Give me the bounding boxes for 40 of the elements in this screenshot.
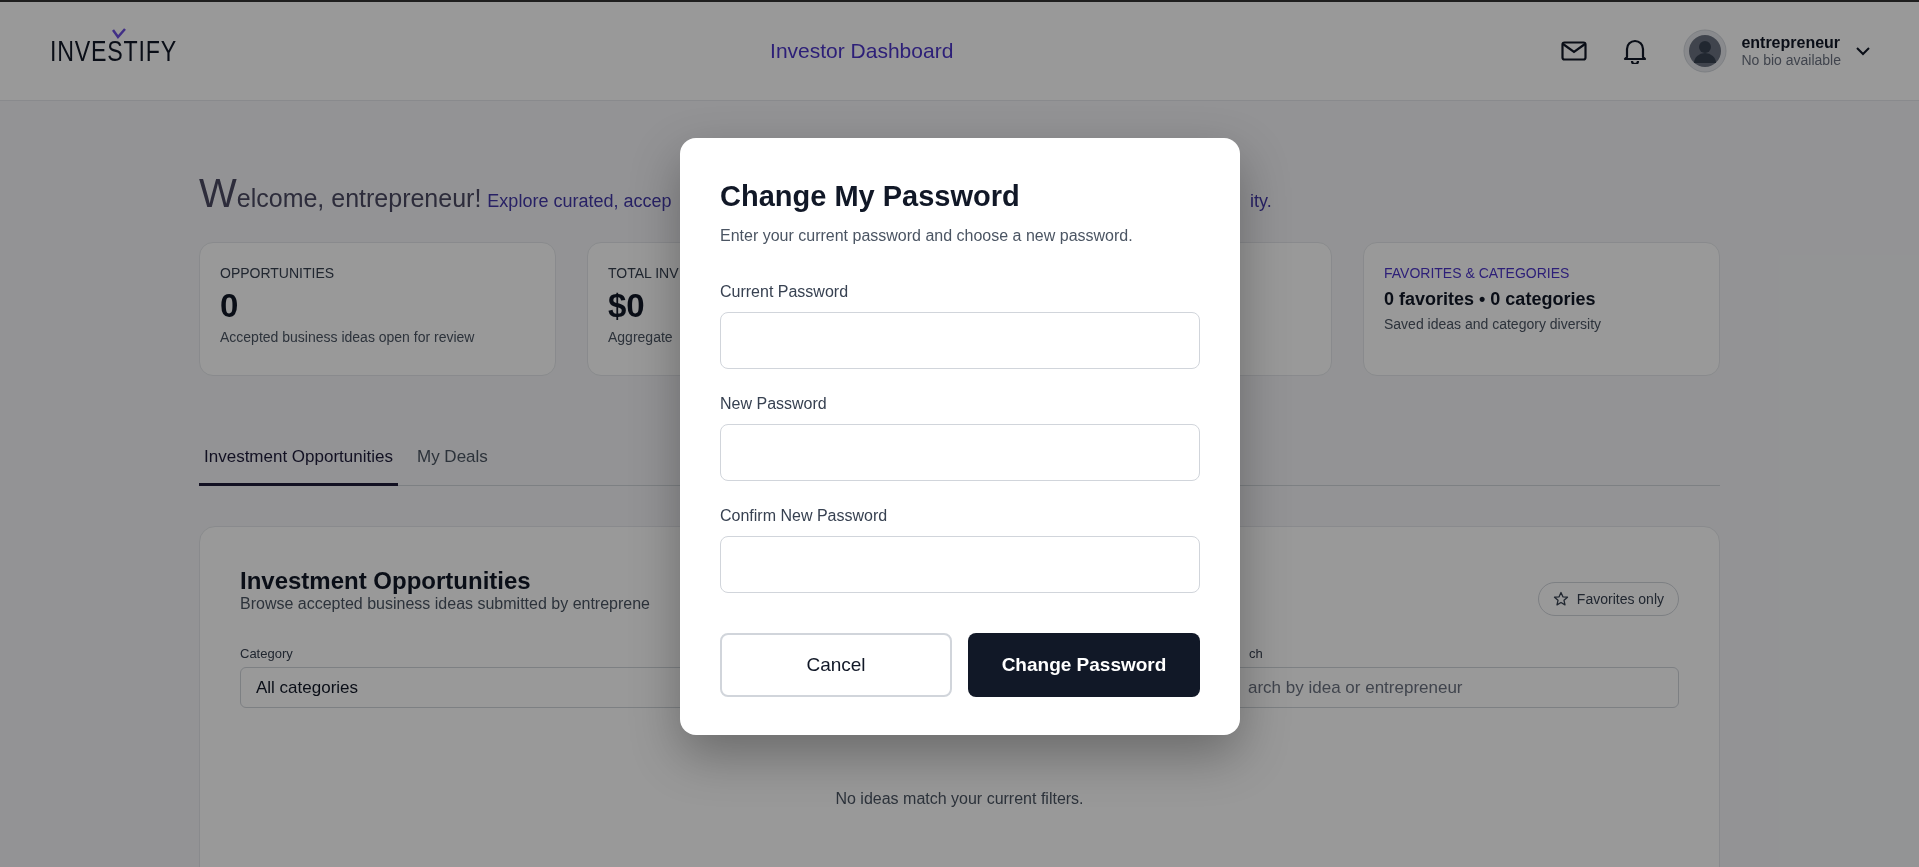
welcome-text: Explore curated, accep [487,191,672,212]
stat-note: Accepted business ideas open for review [220,329,475,345]
bell-icon[interactable] [1623,38,1648,64]
logo[interactable]: INVESTIFY [50,34,178,68]
stat-value: 0 favorites • 0 categories [1384,289,1596,310]
field-label: Current Password [720,283,850,301]
chevron-down-icon[interactable] [1855,46,1871,56]
cancel-button[interactable]: Cancel [720,633,952,697]
tab[interactable]: Investment Opportunities [199,437,398,486]
welcome-heading: Welcome, entrepreneur! [199,171,482,216]
panel-title: Investment Opportunities [240,567,532,595]
change-password-button[interactable]: Change Password [968,633,1200,697]
stat-note: Saved ideas and category diversity [1384,316,1602,332]
avatar[interactable] [1683,29,1728,73]
favorites-button[interactable]: Favorites only [1537,582,1679,616]
mail-icon[interactable] [1561,41,1588,61]
stat-label: FAVORITES & CATEGORIES [1384,265,1570,281]
dialog-description: Enter your current password and choose a new password. [720,227,1134,245]
field-label: Category [240,646,294,661]
user-bio: No bio available [1741,52,1841,68]
welcome-text: ity. [1250,191,1272,212]
stat-label: OPPORTUNITIES [220,265,335,281]
check-icon [112,27,126,39]
user-name: entrepreneur [1741,34,1841,52]
tab[interactable]: My Deals [412,437,493,486]
password-field[interactable] [720,312,1200,369]
password-field[interactable] [720,424,1200,481]
stat-note: Aggregate [608,329,673,345]
password-field[interactable] [720,536,1200,593]
field-label: ch [1248,646,1263,661]
dialog-title: Change My Password [720,180,1021,213]
field-label: Confirm New Password [720,507,889,525]
page-title: Investor Dashboard [769,39,955,63]
stat-label: TOTAL INV [608,265,679,281]
stat-value: $0 [608,287,645,325]
stat-value: 0 [220,287,239,325]
empty-message: No ideas match your current filters. [834,790,1085,808]
star-icon [1552,591,1569,607]
field-label: New Password [720,395,828,413]
panel-subtitle: Browse accepted business ideas submitted by entreprene [240,595,650,613]
